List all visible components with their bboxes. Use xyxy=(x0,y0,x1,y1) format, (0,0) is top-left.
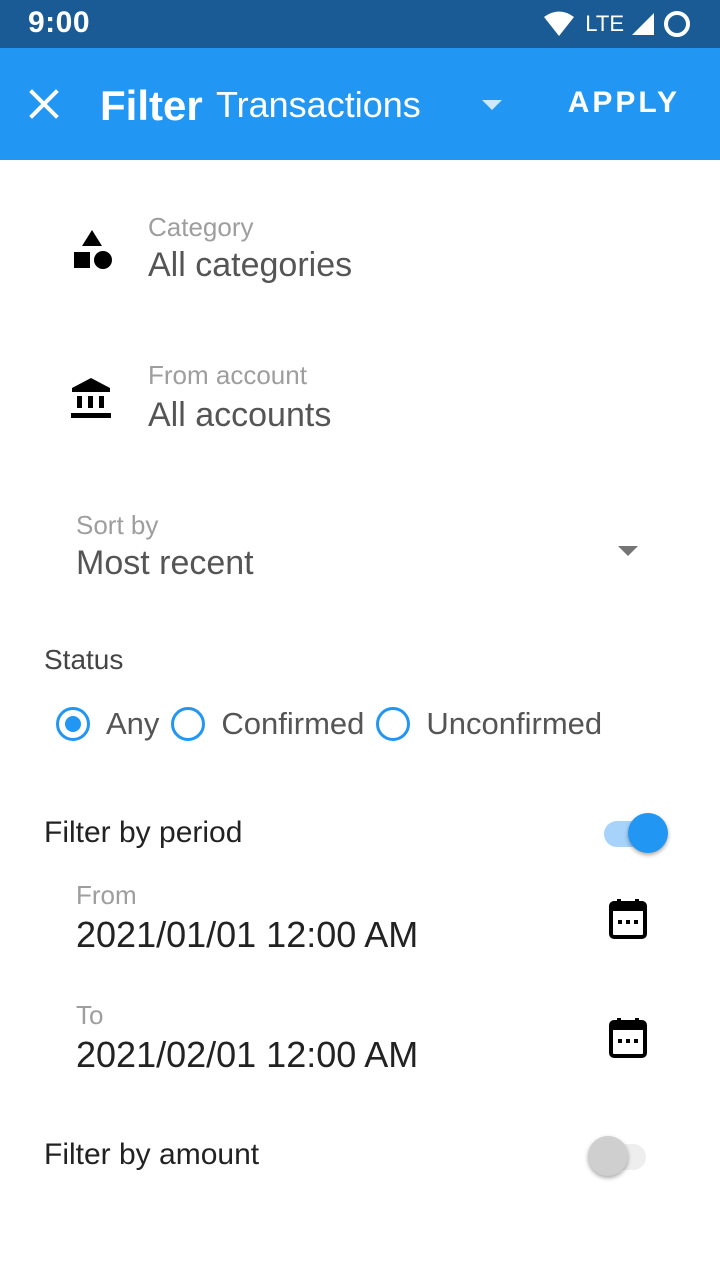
battery-icon xyxy=(664,11,690,37)
page-title: Filter xyxy=(100,82,203,129)
radio-checked-icon xyxy=(56,707,90,741)
from-date-value: 2021/01/01 12:00 AM xyxy=(76,914,419,955)
calendar-icon[interactable] xyxy=(608,898,648,940)
sort-by-value: Most recent xyxy=(76,544,254,582)
radio-label: Unconfirmed xyxy=(426,706,603,741)
apply-button[interactable]: APPLY xyxy=(568,86,680,120)
toggle-thumb xyxy=(588,1136,628,1176)
radio-unconfirmed[interactable]: Unconfirmed xyxy=(376,706,602,742)
wifi-icon xyxy=(544,11,575,36)
chevron-down-icon xyxy=(618,546,638,556)
amount-filter-label: Filter by amount xyxy=(44,1138,260,1171)
status-time: 9:00 xyxy=(28,6,91,39)
radio-unchecked-icon xyxy=(376,707,411,741)
status-bar: 9:00 LTE xyxy=(0,0,720,48)
close-button[interactable] xyxy=(24,84,64,124)
chevron-down-icon xyxy=(482,100,502,110)
period-filter-toggle[interactable] xyxy=(602,813,668,853)
to-label: To xyxy=(76,1000,104,1030)
status-radio-group: Any Confirmed Unconfirmed xyxy=(56,706,614,742)
status-icons: LTE xyxy=(543,10,692,38)
sort-by-label: Sort by xyxy=(76,510,159,540)
calendar-icon[interactable] xyxy=(608,1017,648,1059)
category-label: Category xyxy=(148,212,254,242)
category-shapes-icon xyxy=(74,230,112,269)
radio-label: Confirmed xyxy=(221,706,365,741)
transaction-type-dropdown[interactable]: Transactions xyxy=(216,80,516,128)
from-label: From xyxy=(76,880,137,910)
app-bar: Filter Transactions APPLY xyxy=(0,48,720,160)
network-type: LTE xyxy=(585,11,624,36)
radio-unchecked-icon xyxy=(171,707,206,741)
to-date-value: 2021/02/01 12:00 AM xyxy=(76,1034,419,1075)
toggle-thumb xyxy=(628,813,668,853)
period-filter-label: Filter by period xyxy=(44,816,243,849)
signal-icon xyxy=(632,13,654,35)
radio-any[interactable]: Any xyxy=(56,706,159,742)
amount-filter-toggle[interactable] xyxy=(588,1136,658,1176)
close-icon xyxy=(29,89,59,119)
account-label: From account xyxy=(148,360,307,390)
radio-confirmed[interactable]: Confirmed xyxy=(171,706,364,742)
status-heading: Status xyxy=(44,644,124,675)
radio-label: Any xyxy=(106,706,160,741)
bank-icon xyxy=(71,378,111,418)
transaction-type-value: Transactions xyxy=(216,84,421,125)
account-value: All accounts xyxy=(148,396,332,434)
category-value: All categories xyxy=(148,246,353,284)
